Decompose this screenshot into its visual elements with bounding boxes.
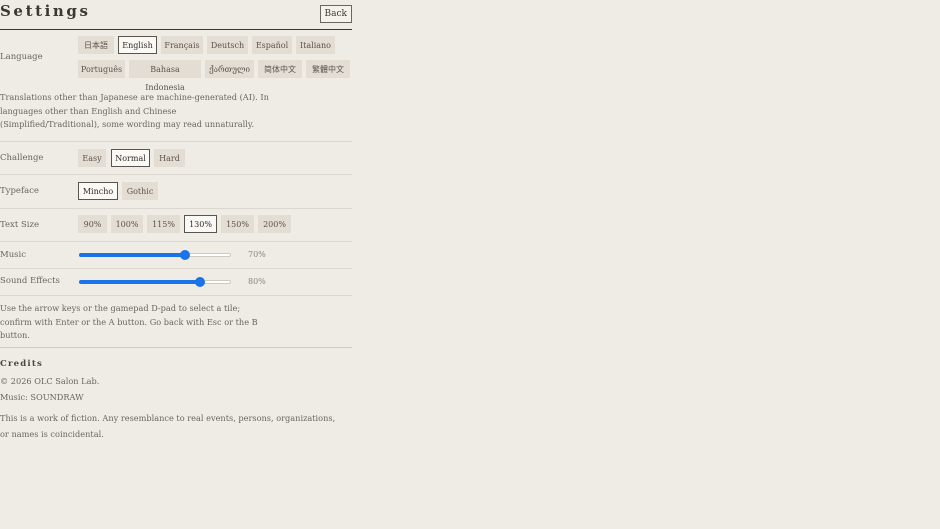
text-size-option-100[interactable]: 100% (111, 215, 143, 233)
text-size-option-150[interactable]: 150% (221, 215, 254, 233)
music-slider[interactable] (79, 250, 231, 260)
sound-effects-value: 80% (248, 277, 266, 286)
divider (0, 174, 352, 175)
language-option-japanese[interactable]: 日本語 (78, 36, 114, 54)
challenge-label: Challenge (0, 153, 44, 163)
music-slider-thumb[interactable] (180, 250, 190, 260)
text-size-label: Text Size (0, 220, 40, 230)
language-option-indonesian[interactable]: Bahasa Indonesia (129, 60, 201, 92)
divider (0, 241, 352, 242)
sound-effects-slider[interactable] (79, 277, 231, 287)
typeface-option-mincho[interactable]: Mincho (78, 182, 118, 200)
challenge-option-easy[interactable]: Easy (78, 149, 106, 167)
typeface-label: Typeface (0, 186, 39, 196)
language-option-french[interactable]: Français (161, 36, 203, 54)
language-option-english[interactable]: English (118, 36, 157, 54)
music-value: 70% (248, 250, 266, 259)
credits-copyright: © 2026 OLC Salon Lab. (0, 376, 100, 386)
credits-disclaimer: This is a work of fiction. Any resemblan… (0, 413, 336, 439)
credits-music: Music: SOUNDRAW (0, 392, 84, 402)
text-size-option-90[interactable]: 90% (78, 215, 107, 233)
language-option-traditional-chinese[interactable]: 繁體中文 (306, 60, 350, 78)
typeface-option-gothic[interactable]: Gothic (122, 182, 158, 200)
language-option-georgian[interactable]: ქართული (205, 60, 254, 78)
language-label: Language (0, 52, 43, 62)
settings-header: Settings Back (0, 0, 352, 30)
language-option-spanish[interactable]: Español (252, 36, 292, 54)
page-title: Settings (0, 2, 91, 20)
controls-note: Use the arrow keys or the gamepad D-pad … (0, 303, 258, 340)
text-size-option-200[interactable]: 200% (258, 215, 291, 233)
language-option-italian[interactable]: Italiano (296, 36, 335, 54)
sound-effects-label: Sound Effects (0, 276, 60, 286)
music-label: Music (0, 250, 27, 260)
music-slider-fill (79, 253, 185, 257)
language-option-portuguese[interactable]: Português (78, 60, 125, 78)
challenge-option-hard[interactable]: Hard (154, 149, 185, 167)
divider (0, 295, 352, 296)
divider (0, 208, 352, 209)
sound-effects-slider-thumb[interactable] (195, 277, 205, 287)
divider (0, 141, 352, 142)
back-button[interactable]: Back (319, 5, 352, 23)
divider (0, 268, 352, 269)
sound-effects-slider-fill (79, 280, 200, 284)
language-option-simplified-chinese[interactable]: 简体中文 (258, 60, 302, 78)
language-option-german[interactable]: Deutsch (207, 36, 248, 54)
credits-title: Credits (0, 359, 43, 369)
text-size-option-130[interactable]: 130% (184, 215, 217, 233)
translation-note: Translations other than Japanese are mac… (0, 92, 269, 129)
settings-panel: Settings Back Language 日本語 English Franç… (0, 0, 352, 439)
divider (0, 347, 352, 348)
text-size-option-115[interactable]: 115% (147, 215, 180, 233)
challenge-option-normal[interactable]: Normal (111, 149, 150, 167)
